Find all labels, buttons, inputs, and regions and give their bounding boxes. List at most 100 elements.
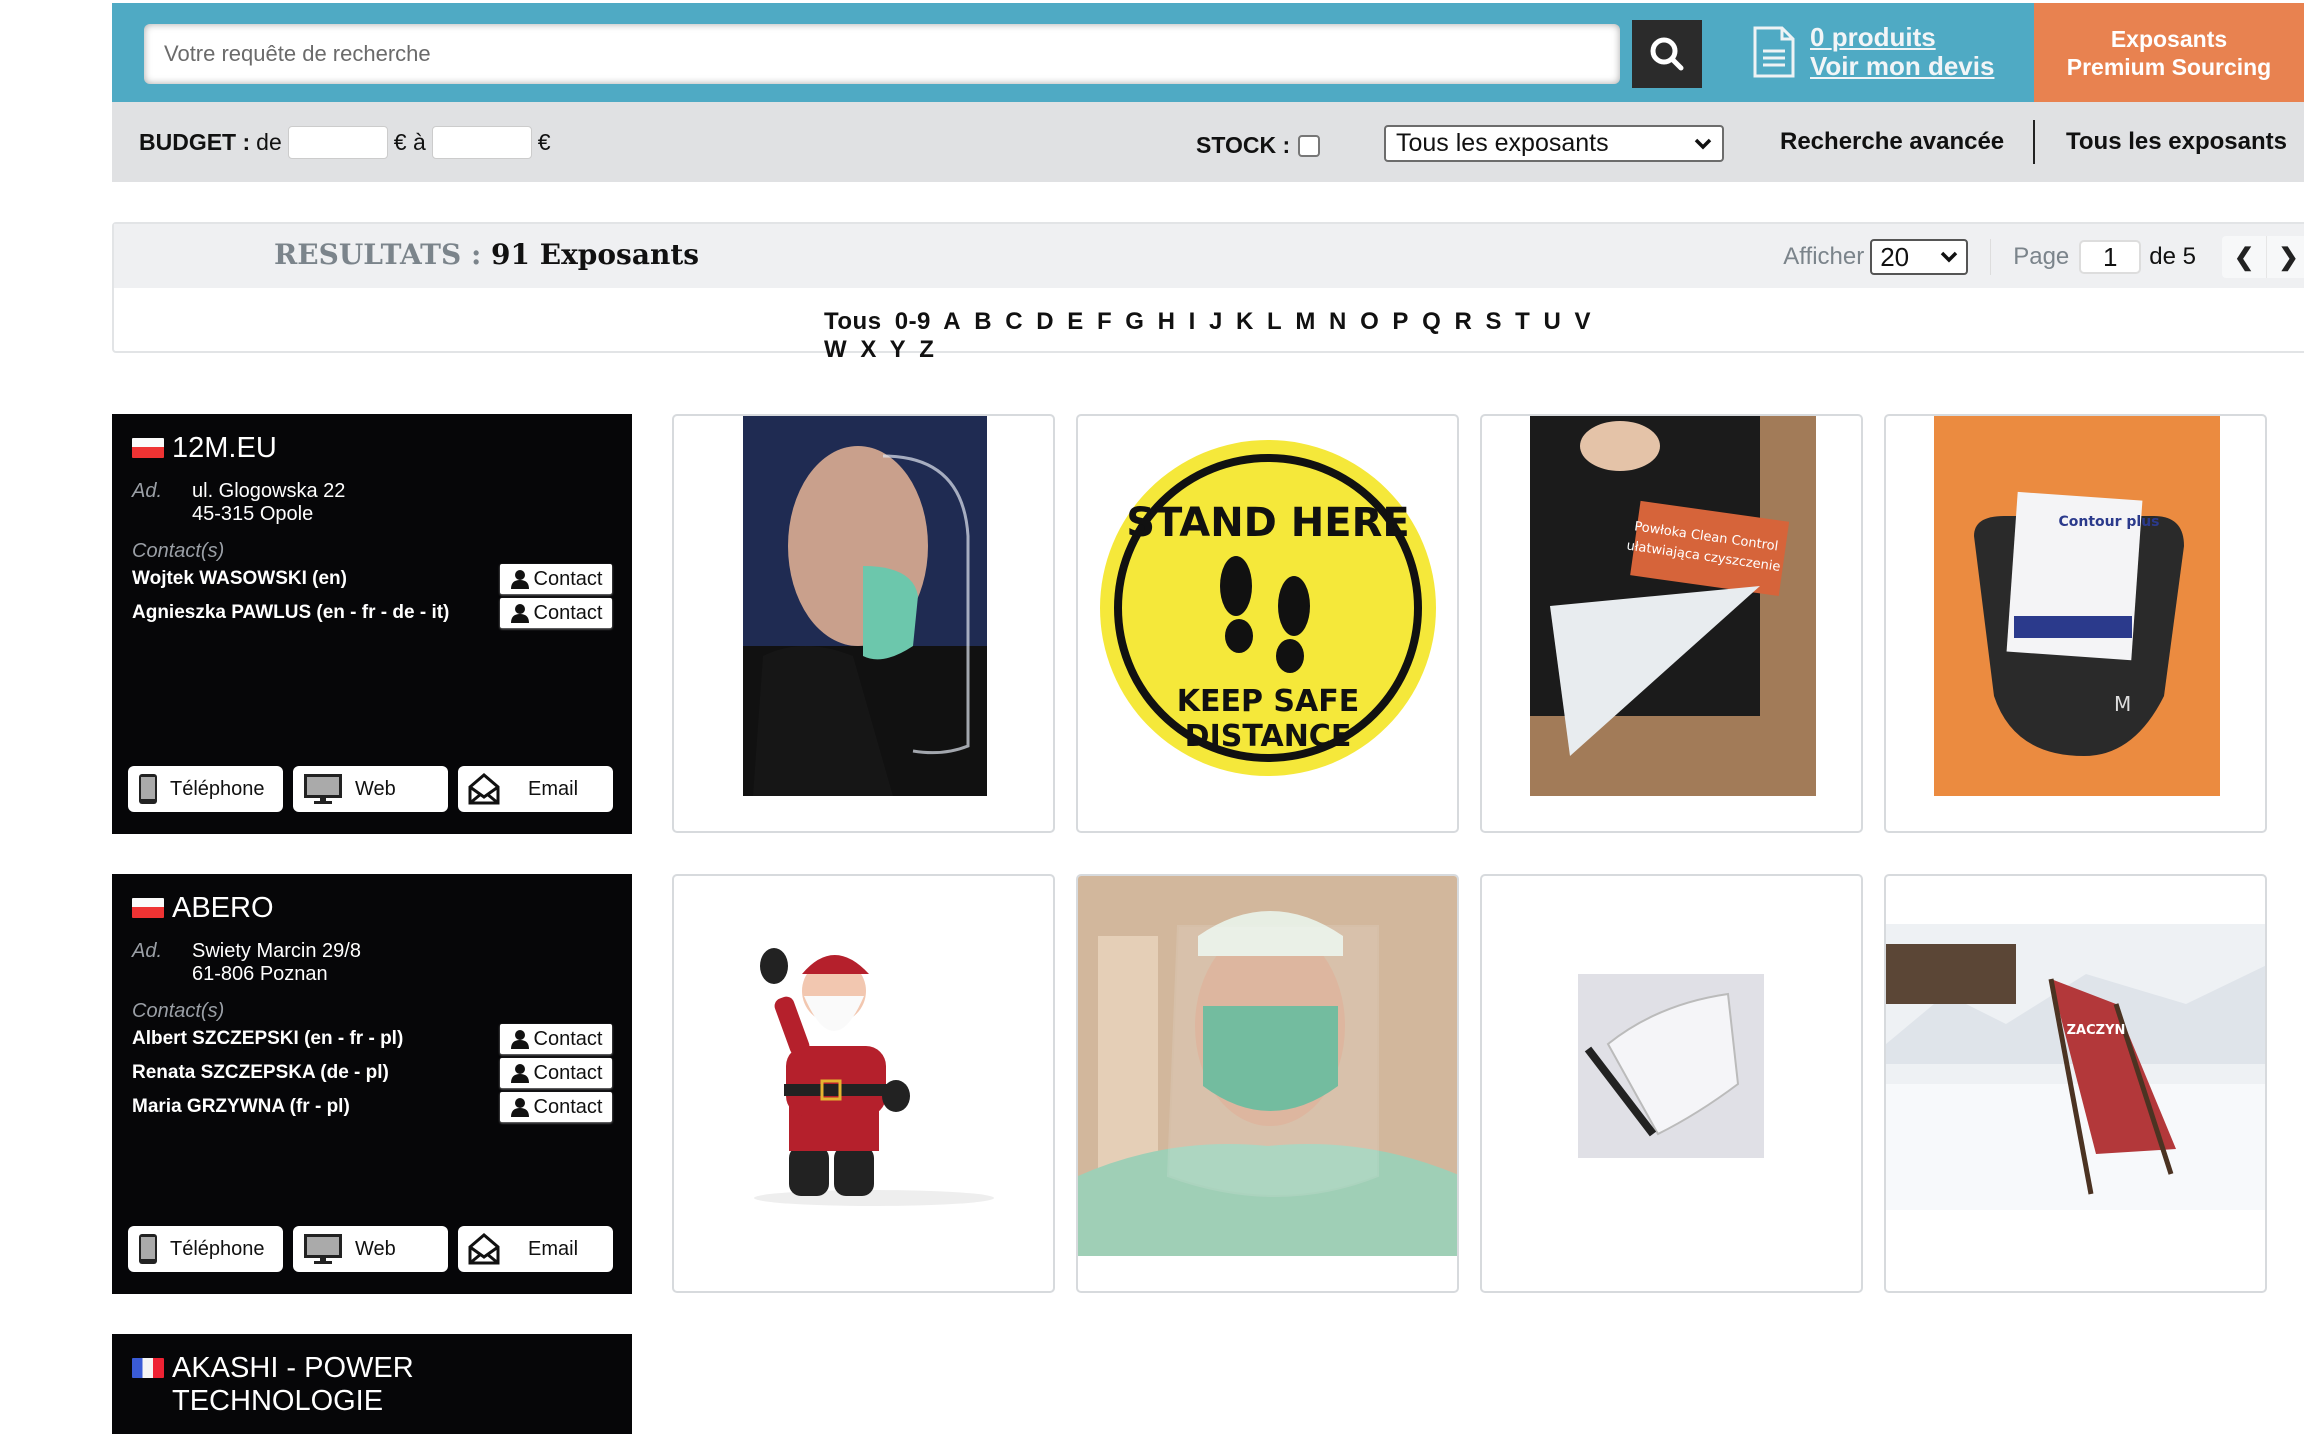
prev-page-button[interactable]: ❮ — [2222, 236, 2266, 278]
premium-line2: Premium Sourcing — [2066, 53, 2272, 80]
exhibitor-name-text: ABERO — [172, 892, 274, 924]
sticker-text-1: STAND HERE — [1126, 500, 1409, 546]
exhibitor-name[interactable]: ABERO — [132, 892, 592, 925]
budget-max-input[interactable] — [431, 126, 532, 159]
phone-button[interactable]: Téléphone — [128, 766, 283, 812]
exhibitor-name[interactable]: AKASHI - POWER TECHNOLOGIE — [132, 1352, 592, 1418]
alphabet-letter-i[interactable]: I — [1189, 308, 1196, 335]
product-tile[interactable] — [1076, 874, 1459, 1293]
alphabet-letter-q[interactable]: Q — [1422, 308, 1441, 335]
address-label: Ad. — [132, 480, 163, 502]
top-header: 0 produits Voir mon devis Exposants Prem… — [112, 3, 2304, 102]
monitor-icon — [304, 1234, 342, 1264]
product-tile[interactable]: ZACZYN — [1884, 874, 2267, 1293]
exhibitor-card: 12M.EU Ad. ul. Glogowska 22 45-315 Opole… — [112, 414, 632, 834]
contact-row: Maria GRZYWNA (fr - pl) Contact — [132, 1090, 612, 1124]
exhibitor-address: Ad. Swiety Marcin 29/8 61-806 Poznan — [132, 940, 361, 986]
stock-checkbox[interactable] — [1298, 134, 1321, 157]
stock-label: STOCK : — [1196, 132, 1291, 158]
contact-name: Agnieszka PAWLUS (en - fr - de - it) — [132, 602, 450, 623]
product-tile[interactable] — [1480, 874, 1863, 1293]
contact-button-label: Contact — [533, 567, 603, 590]
budget-currency: € — [537, 129, 551, 155]
alphabet-letter-w[interactable]: W — [824, 336, 847, 363]
alphabet-letter-0-9[interactable]: 0-9 — [895, 308, 931, 335]
product-image-clear-visor — [1578, 974, 1764, 1158]
alphabet-letter-d[interactable]: D — [1036, 308, 1054, 335]
alphabet-letter-m[interactable]: M — [1295, 308, 1316, 335]
advanced-search-link[interactable]: Recherche avancée — [1780, 128, 2004, 156]
contact-button[interactable]: Contact — [500, 1024, 612, 1054]
alphabet-letter-n[interactable]: N — [1329, 308, 1347, 335]
results-header: RESULTATS : 91 Exposants Afficher 20 Pag… — [114, 224, 2304, 288]
alphabet-letter-r[interactable]: R — [1454, 308, 1472, 335]
alphabet-letter-a[interactable]: A — [943, 308, 961, 335]
contact-button-label: Contact — [533, 1061, 603, 1084]
contact-button[interactable]: Contact — [500, 1092, 612, 1122]
search-input[interactable] — [144, 24, 1620, 84]
budget-min-input[interactable] — [287, 126, 388, 159]
exhibitor-name-text: AKASHI - POWER TECHNOLOGIE — [172, 1352, 414, 1417]
chevron-down-icon — [1940, 251, 1958, 263]
product-image-inflatable-santa — [754, 948, 994, 1206]
premium-sourcing-button[interactable]: Exposants Premium Sourcing — [2034, 3, 2304, 102]
all-exhibitors-link[interactable]: Tous les exposants — [2066, 128, 2287, 156]
alphabet-letter-z[interactable]: Z — [919, 336, 934, 363]
per-page-select[interactable]: 20 — [1870, 239, 1969, 275]
product-image-face-shield-man — [743, 416, 987, 796]
alphabet-letter-tous[interactable]: Tous — [824, 308, 882, 335]
product-tile[interactable]: Contour plus M — [1884, 414, 2267, 833]
web-button[interactable]: Web — [293, 1226, 448, 1272]
product-image-clean-control-film: Powłoka Clean Control ułatwiająca czyszc… — [1530, 416, 1816, 796]
alphabet-letter-y[interactable]: Y — [890, 336, 907, 363]
contacts-label: Contact(s) — [132, 1000, 225, 1022]
alphabet-letter-j[interactable]: J — [1209, 308, 1223, 335]
exhibitor-card: ABERO Ad. Swiety Marcin 29/8 61-806 Pozn… — [112, 874, 632, 1294]
product-tile[interactable] — [672, 874, 1055, 1293]
email-button[interactable]: Email — [458, 766, 613, 812]
alphabet-letter-f[interactable]: F — [1097, 308, 1112, 335]
alphabet-letter-t[interactable]: T — [1515, 308, 1530, 335]
alphabet-letter-u[interactable]: U — [1543, 308, 1561, 335]
contact-button-label: Contact — [533, 601, 603, 624]
cart-count: 0 — [1810, 22, 1825, 52]
product-image-contour-plus-meter: Contour plus M — [1934, 416, 2220, 796]
alphabet-letter-c[interactable]: C — [1005, 308, 1023, 335]
alphabet-letter-g[interactable]: G — [1125, 308, 1144, 335]
alphabet-letter-o[interactable]: O — [1360, 308, 1379, 335]
alphabet-letter-l[interactable]: L — [1267, 308, 1282, 335]
product-tile[interactable]: STAND HERE KEEP SAFE DISTANCE — [1076, 414, 1459, 833]
product-tile[interactable]: Powłoka Clean Control ułatwiająca czyszc… — [1480, 414, 1863, 833]
phone-button[interactable]: Téléphone — [128, 1226, 283, 1272]
contact-name: Albert SZCZEPSKI (en - fr - pl) — [132, 1028, 404, 1049]
exhibitor-name[interactable]: 12M.EU — [132, 432, 592, 465]
search-button[interactable] — [1632, 20, 1702, 88]
exhibitor-type-select[interactable]: Tous les exposants — [1384, 125, 1724, 162]
alphabet-letter-k[interactable]: K — [1236, 308, 1254, 335]
alphabet-letter-p[interactable]: P — [1392, 308, 1409, 335]
alphabet-letter-e[interactable]: E — [1067, 308, 1084, 335]
view-quote-link[interactable]: Voir mon devis — [1810, 52, 1994, 81]
contacts-list: Contact(s) Albert SZCZEPSKI (en - fr - p… — [132, 1000, 612, 1124]
email-button[interactable]: Email — [458, 1226, 613, 1272]
page-number-input[interactable] — [2079, 240, 2142, 274]
contact-button[interactable]: Contact — [500, 598, 612, 628]
contact-button[interactable]: Contact — [500, 1058, 612, 1088]
contact-name: Wojtek WASOWSKI (en) — [132, 568, 347, 589]
alphabet-letter-h[interactable]: H — [1158, 308, 1176, 335]
alphabet-letter-s[interactable]: S — [1485, 308, 1502, 335]
budget-to-label: € à — [393, 129, 426, 155]
cart-products-link[interactable]: 0 produits — [1810, 23, 1994, 52]
contact-button-label: Contact — [533, 1027, 603, 1050]
contact-button[interactable]: Contact — [500, 564, 612, 594]
next-page-button[interactable]: ❯ — [2266, 236, 2304, 278]
web-button[interactable]: Web — [293, 766, 448, 812]
alphabet-letter-v[interactable]: V — [1575, 308, 1592, 335]
results-count: 91 Exposants — [491, 238, 700, 271]
budget-label: BUDGET : — [139, 129, 251, 155]
product-tile[interactable] — [672, 414, 1055, 833]
alphabet-letter-b[interactable]: B — [974, 308, 992, 335]
alphabet-filter: Tous 0-9 A B C D E F G H I J K L M N O P… — [824, 308, 1614, 364]
product-image-deck-chair: ZACZYN — [1886, 924, 2265, 1210]
alphabet-letter-x[interactable]: X — [860, 336, 877, 363]
